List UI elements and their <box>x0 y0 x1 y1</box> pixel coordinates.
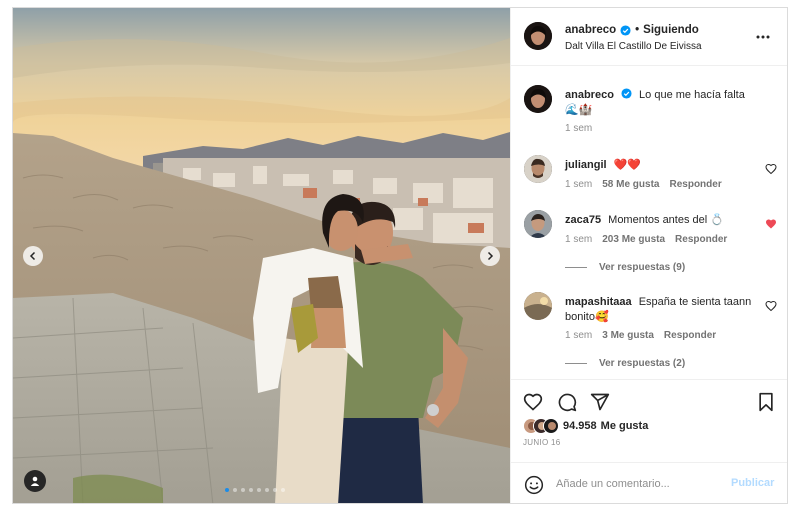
comment-like-heart-icon[interactable] <box>765 300 777 312</box>
comment-text-block: mapashitaaa España te sienta taann bonit… <box>565 295 761 325</box>
post-location[interactable]: Dalt Villa El Castillo De Eivissa <box>565 41 702 52</box>
caption-author-avatar[interactable] <box>524 85 552 113</box>
carousel-dot <box>233 488 237 492</box>
post-modal: anabreco • Siguiendo Dalt Villa El Casti… <box>12 7 788 504</box>
comment-username[interactable]: mapashitaaa <box>565 296 632 308</box>
comment-time: 1 sem <box>565 234 593 245</box>
caption-time: 1 sem <box>565 123 593 134</box>
header-user-line: anabreco • Siguiendo <box>565 24 699 36</box>
post-side-panel: anabreco • Siguiendo Dalt Villa El Casti… <box>510 8 787 503</box>
comment-time: 1 sem <box>565 179 593 190</box>
carousel-dot <box>225 488 229 492</box>
comment-item: mapashitaaa España te sienta taann bonit… <box>511 292 787 372</box>
carousel-indicator <box>225 488 285 492</box>
carousel-dot <box>273 488 277 492</box>
carousel-dot <box>241 488 245 492</box>
comment-text-block: zaca75 Momentos antes del 💍 <box>565 213 761 228</box>
caption-username[interactable]: anabreco <box>565 89 614 101</box>
post-photo[interactable] <box>13 8 510 503</box>
post-header: anabreco • Siguiendo Dalt Villa El Casti… <box>511 8 787 66</box>
carousel-dot <box>257 488 261 492</box>
replies-divider <box>565 267 587 268</box>
view-replies-button[interactable]: Ver respuestas (2) <box>565 358 685 369</box>
comment-like-heart-icon[interactable] <box>765 163 777 175</box>
comment-item: zaca75 Momentos antes del 💍 1 sem 203 Me… <box>511 210 787 280</box>
caption-text-block: anabreco Lo que me hacía falta 🌊🏰 <box>565 88 761 118</box>
comment-meta: 1 sem 58 Me gusta Responder <box>565 179 722 190</box>
following-button[interactable]: Siguiendo <box>643 24 699 36</box>
carousel-dot <box>265 488 269 492</box>
heart-icon[interactable] <box>523 392 543 412</box>
photo-scene <box>13 8 510 503</box>
comment-username[interactable]: juliangil <box>565 159 607 171</box>
likes-count[interactable]: 94.958 Me gusta <box>563 420 652 432</box>
comment-likes[interactable]: 58 Me gusta <box>602 179 659 190</box>
likes-label: Me gusta <box>600 420 649 432</box>
replies-divider <box>565 363 587 364</box>
chevron-left-icon <box>29 251 36 261</box>
comment-text: Momentos antes del 💍 <box>608 214 724 226</box>
header-separator: • <box>635 24 640 36</box>
carousel-dot <box>249 488 253 492</box>
comment-likes[interactable]: 203 Me gusta <box>602 234 665 245</box>
reply-button[interactable]: Responder <box>669 179 721 190</box>
emoji-icon[interactable] <box>524 475 544 495</box>
publish-button[interactable]: Publicar <box>731 477 774 489</box>
chevron-right-icon <box>487 251 494 261</box>
comment-text-block: juliangil ❤️❤️ <box>565 158 761 173</box>
verified-badge-icon <box>620 24 631 36</box>
reply-button[interactable]: Responder <box>664 330 716 341</box>
comments-section: anabreco Lo que me hacía falta 🌊🏰 1 sem … <box>511 67 787 379</box>
comment-username[interactable]: zaca75 <box>565 214 601 226</box>
comment-meta: 1 sem 203 Me gusta Responder <box>565 234 727 245</box>
comment-icon[interactable] <box>557 392 577 412</box>
view-replies-button[interactable]: Ver respuestas (9) <box>565 262 685 273</box>
comment-liked-heart-icon[interactable] <box>765 218 777 230</box>
previous-slide-button[interactable] <box>23 246 43 266</box>
next-slide-button[interactable] <box>480 246 500 266</box>
commenter-avatar[interactable] <box>524 210 552 238</box>
comment-item: juliangil ❤️❤️ 1 sem 58 Me gusta Respond… <box>511 155 787 205</box>
comment-time: 1 sem <box>565 330 593 341</box>
liker-avatar <box>543 418 559 434</box>
carousel-dot <box>281 488 285 492</box>
user-icon <box>30 476 40 486</box>
bookmark-icon[interactable] <box>756 392 776 412</box>
post-date: JUNIO 16 <box>523 438 561 447</box>
verified-badge-icon <box>621 88 632 99</box>
view-replies-label: Ver respuestas (9) <box>599 262 686 273</box>
send-icon[interactable] <box>590 392 610 412</box>
caption-item: anabreco Lo que me hacía falta 🌊🏰 1 sem <box>511 85 787 145</box>
more-options-icon[interactable] <box>755 30 771 44</box>
likes-number: 94.958 <box>563 420 597 432</box>
author-avatar[interactable] <box>524 22 552 50</box>
reply-button[interactable]: Responder <box>675 234 727 245</box>
view-replies-label: Ver respuestas (2) <box>599 358 686 369</box>
commenter-avatar[interactable] <box>524 155 552 183</box>
author-username[interactable]: anabreco <box>565 24 616 36</box>
tagged-users-button[interactable] <box>24 470 46 492</box>
comment-input[interactable] <box>556 474 726 494</box>
comment-likes[interactable]: 3 Me gusta <box>602 330 654 341</box>
commenter-avatar[interactable] <box>524 292 552 320</box>
post-actions: 94.958 Me gusta JUNIO 16 <box>511 379 787 459</box>
likes-summary[interactable]: 94.958 Me gusta <box>523 418 652 434</box>
comment-meta: 1 sem 3 Me gusta Responder <box>565 330 716 341</box>
add-comment-bar: Publicar <box>511 462 787 503</box>
comment-text: ❤️❤️ <box>613 159 642 171</box>
caption-meta: 1 sem <box>565 123 592 134</box>
